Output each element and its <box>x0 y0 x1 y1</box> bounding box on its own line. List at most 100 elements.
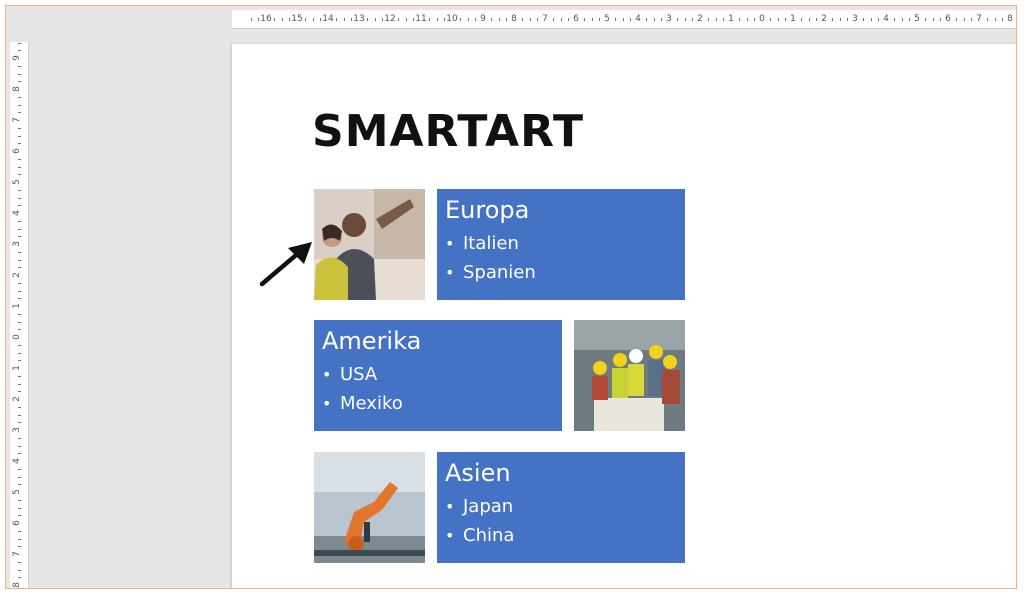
ruler-tick <box>893 18 895 21</box>
horizontal-ruler[interactable]: 16 15 14 13 12 11 10 9 8 7 6 5 4 3 2 1 0 1 2 3 4 5 6 7 8 <box>232 10 1016 29</box>
ruler-tick <box>18 530 21 532</box>
ruler-tick-label: 5 <box>11 179 22 185</box>
bullet-icon: • <box>445 234 455 253</box>
ruler-tick-label: 7 <box>11 117 22 123</box>
ruler-tick <box>18 104 21 106</box>
ruler-tick <box>676 18 678 21</box>
ruler-tick <box>955 18 957 21</box>
ruler-tick-label: 11 <box>415 14 427 24</box>
ruler-tick-label: 2 <box>697 14 703 24</box>
ruler-tick-label: 3 <box>11 241 22 247</box>
ruler-tick <box>413 18 415 21</box>
ruler-tick <box>18 205 21 207</box>
ruler-tick-label: 7 <box>976 14 982 24</box>
ruler-tick <box>878 18 880 21</box>
ruler-tick <box>312 18 314 21</box>
ruler-tick-label: 5 <box>914 14 920 24</box>
smartart-picture-robot-factory[interactable] <box>314 452 425 563</box>
ruler-tick-label: 1 <box>11 365 22 371</box>
ruler-tick <box>715 18 717 21</box>
ruler-tick <box>653 18 655 21</box>
smartart-box-europa[interactable]: Europa • Italien • Spanien <box>437 189 685 300</box>
ruler-tick <box>568 18 570 21</box>
ruler-tick <box>273 18 275 21</box>
ruler-tick-label: 16 <box>260 14 272 24</box>
ruler-tick <box>335 18 337 21</box>
bullet-icon: • <box>322 365 332 384</box>
bullet-icon: • <box>322 394 332 413</box>
ruler-tick-label: 7 <box>542 14 548 24</box>
ruler-tick <box>18 197 21 199</box>
ruler-tick <box>18 476 21 478</box>
ruler-tick <box>351 18 353 21</box>
ruler-tick <box>343 18 345 21</box>
ruler-tick-label: 9 <box>11 55 22 61</box>
ruler-tick <box>847 18 849 21</box>
slide-title[interactable]: SMARTART <box>312 106 584 157</box>
ruler-tick <box>18 143 21 145</box>
ruler-tick <box>18 42 21 44</box>
ruler-tick <box>746 18 748 21</box>
ruler-tick <box>467 18 469 21</box>
ruler-tick <box>18 437 21 439</box>
slide-canvas[interactable]: SMARTART Europa • Italien • Spanien Amer… <box>232 44 1016 588</box>
ruler-tick <box>444 18 446 21</box>
ruler-tick-label: 5 <box>604 14 610 24</box>
smartart-picture-office-meeting[interactable] <box>314 189 425 300</box>
ruler-tick <box>692 18 694 21</box>
ruler-tick <box>18 321 21 323</box>
ruler-tick-label: 4 <box>635 14 641 24</box>
smartart-box-asien[interactable]: Asien • Japan • China <box>437 452 685 563</box>
ruler-tick <box>18 73 21 75</box>
vertical-ruler[interactable]: 9 8 7 6 5 4 3 2 1 0 1 2 3 4 5 6 7 8 <box>10 42 29 588</box>
ruler-tick <box>909 18 911 21</box>
ruler-tick <box>537 18 539 21</box>
smartart-box-amerika[interactable]: Amerika • USA • Mexiko <box>314 320 562 431</box>
ruler-tick <box>18 174 21 176</box>
ruler-tick <box>971 18 973 21</box>
ruler-tick <box>932 18 934 21</box>
smartart-picture-construction-workers[interactable] <box>574 320 685 431</box>
ruler-tick <box>405 18 407 21</box>
bullet-list: • USA • Mexiko <box>322 360 554 418</box>
ruler-tick <box>18 375 21 377</box>
ruler-tick <box>250 18 252 21</box>
ruler-tick <box>754 18 756 21</box>
ruler-tick <box>738 18 740 21</box>
ruler-tick <box>18 267 21 269</box>
bullet-icon: • <box>445 526 455 545</box>
ruler-tick <box>18 329 21 331</box>
arrow-pointer-icon <box>259 242 312 287</box>
ruler-tick-label: 1 <box>790 14 796 24</box>
ruler-tick <box>777 18 779 21</box>
ruler-tick-label: 8 <box>511 14 517 24</box>
ruler-tick-label: 13 <box>353 14 365 24</box>
ruler-tick <box>924 18 926 21</box>
ruler-tick <box>18 499 21 501</box>
ruler-tick-label: 8 <box>11 86 22 92</box>
ruler-tick <box>506 18 508 21</box>
list-item: • USA <box>322 360 554 389</box>
ruler-tick <box>560 18 562 21</box>
box-heading: Asien <box>445 459 511 487</box>
ruler-tick <box>281 18 283 21</box>
ruler-tick <box>870 18 872 21</box>
list-item: • China <box>445 521 677 550</box>
ruler-tick <box>18 290 21 292</box>
ruler-tick <box>382 18 384 21</box>
ruler-tick <box>18 484 21 486</box>
ruler-tick <box>862 18 864 21</box>
ruler-tick <box>599 18 601 21</box>
ruler-tick-label: 12 <box>384 14 396 24</box>
ruler-tick <box>397 18 399 21</box>
ruler-tick <box>529 18 531 21</box>
ruler-tick <box>18 259 21 261</box>
ruler-tick <box>18 352 21 354</box>
ruler-tick <box>475 18 477 21</box>
bullet-list: • Italien • Spanien <box>445 229 677 287</box>
ruler-tick-label: 6 <box>11 148 22 154</box>
ruler-tick <box>785 18 787 21</box>
ruler-tick-label: 2 <box>821 14 827 24</box>
bullet-list: • Japan • China <box>445 492 677 550</box>
ruler-tick <box>583 18 585 21</box>
